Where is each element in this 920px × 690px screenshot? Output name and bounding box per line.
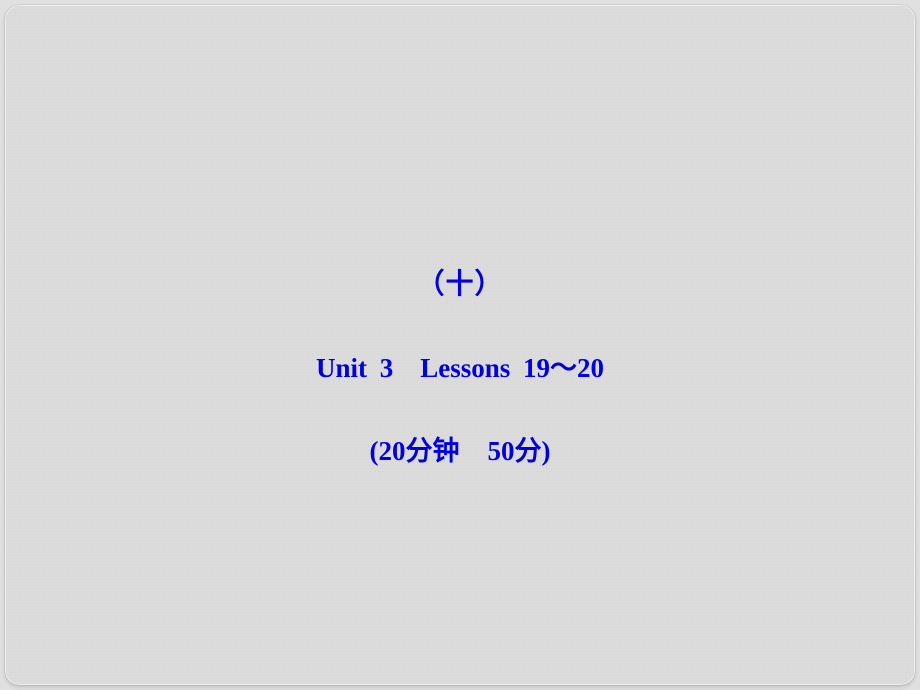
time-points-line: (20分钟 50分) <box>316 429 604 468</box>
points-unit: 分 <box>514 436 541 466</box>
time-unit: 分钟 <box>405 436 459 466</box>
slide-frame: （十） Unit 3 Lessons 19～20 (20分钟 50分) <box>5 5 915 685</box>
points-value: 50 <box>487 436 514 466</box>
slide-number-label: （十） <box>316 262 604 302</box>
slide-content: （十） Unit 3 Lessons 19～20 (20分钟 50分) <box>316 262 604 468</box>
close-paren: ) <box>541 436 550 466</box>
unit-lesson-line: Unit 3 Lessons 19～20 <box>316 346 604 385</box>
time-open: (20 <box>369 436 405 466</box>
